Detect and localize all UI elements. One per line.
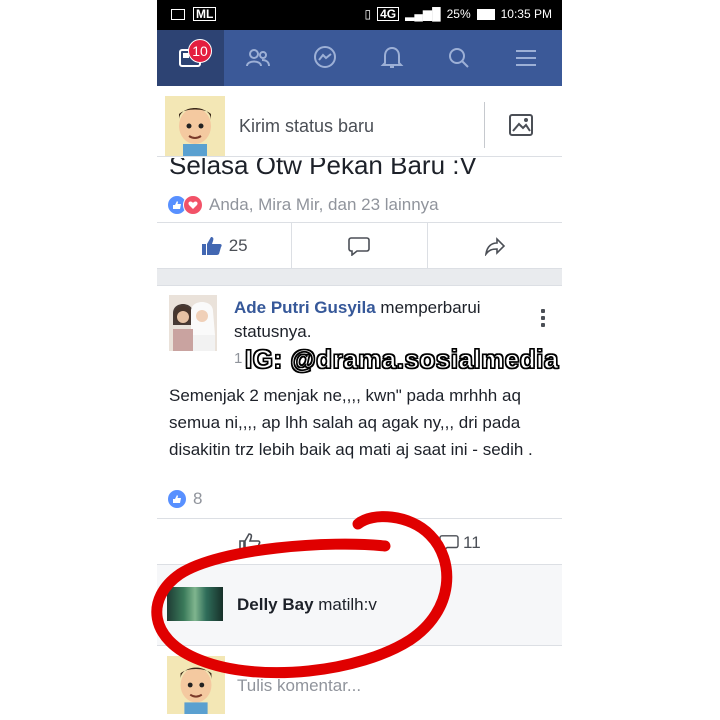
post1-reactions-summary[interactable]: Anda, Mira Mir, dan 23 lainnya bbox=[167, 195, 439, 215]
post2-like-count: 8 bbox=[193, 489, 203, 508]
status-bar: ML ▯ 4G ▂▄▆█ 25% 10:35 PM bbox=[157, 0, 562, 30]
commenter-avatar[interactable] bbox=[167, 587, 223, 621]
post2-reactions-summary[interactable]: 8 bbox=[167, 489, 202, 509]
battery-percent: 25% bbox=[446, 7, 471, 21]
carrier-badge: ML bbox=[193, 7, 217, 21]
post1-reactions-text: Anda, Mira Mir, dan 23 lainnya bbox=[209, 195, 439, 214]
share-icon bbox=[484, 237, 505, 256]
write-comment-row[interactable]: Tulis komentar... bbox=[157, 646, 562, 720]
vibrate-icon: ▯ bbox=[364, 7, 372, 21]
comment-icon bbox=[348, 237, 371, 256]
search-icon bbox=[448, 48, 469, 68]
top-nav: 10 bbox=[157, 30, 562, 86]
nav-menu[interactable] bbox=[492, 30, 559, 86]
composer-prompt[interactable]: Kirim status baru bbox=[239, 116, 374, 137]
post2-comment-button[interactable]: 11 bbox=[439, 533, 481, 553]
nav-search[interactable] bbox=[425, 30, 492, 86]
gallery-notification-icon bbox=[171, 8, 185, 20]
nav-news-feed[interactable]: 10 bbox=[157, 30, 224, 86]
messenger-icon bbox=[313, 46, 336, 68]
like-filled-icon bbox=[201, 237, 222, 255]
post2-author-name[interactable]: Ade Putri Gusyila bbox=[234, 298, 376, 317]
post2-timestamp[interactable]: 1 bbox=[234, 350, 242, 367]
status-composer[interactable]: Kirim status baru bbox=[157, 96, 562, 157]
post1-actions: 25 bbox=[157, 222, 562, 269]
battery-icon bbox=[476, 8, 495, 20]
user-avatar bbox=[167, 656, 225, 714]
commenter-name[interactable]: Delly Bay bbox=[237, 595, 314, 614]
post1-comment-button[interactable] bbox=[292, 223, 428, 269]
comment-text: Delly Bay matilh:v bbox=[237, 595, 377, 615]
signal-icon: ▂▄▆█ bbox=[405, 7, 441, 21]
post2-actions: 11 bbox=[157, 518, 562, 565]
post2-header: Ade Putri Gusyila memperbarui statusnya. bbox=[234, 296, 524, 344]
nav-messenger[interactable] bbox=[291, 30, 358, 86]
post1-like-button[interactable]: 25 bbox=[157, 223, 293, 269]
love-reaction-icon bbox=[183, 195, 203, 215]
network-type: 4G bbox=[377, 7, 400, 21]
nav-friends[interactable] bbox=[224, 30, 291, 86]
comment-icon bbox=[439, 535, 459, 552]
comment-input[interactable]: Tulis komentar... bbox=[237, 676, 361, 696]
photo-upload-icon[interactable] bbox=[507, 110, 537, 140]
clock: 10:35 PM bbox=[500, 7, 552, 21]
notification-badge: 10 bbox=[188, 39, 212, 63]
post2-body: Semenjak 2 menjak ne,,,, kwn" pada mrhhh… bbox=[169, 386, 533, 459]
nav-notifications[interactable] bbox=[358, 30, 425, 86]
post-options-icon[interactable] bbox=[541, 309, 545, 327]
comment-body: matilh:v bbox=[313, 595, 377, 614]
post1-share-button[interactable] bbox=[428, 223, 562, 269]
like-reaction-icon bbox=[167, 489, 187, 509]
menu-icon bbox=[515, 50, 536, 66]
composer-divider bbox=[484, 102, 485, 148]
comment-item[interactable]: Delly Bay matilh:v bbox=[157, 564, 562, 646]
feed-separator bbox=[157, 268, 562, 286]
watermark-text: IG: @drama.sosialmedia bbox=[244, 343, 559, 374]
post2-comment-count: 11 bbox=[463, 533, 481, 552]
like-outline-icon bbox=[239, 533, 261, 553]
friends-icon bbox=[245, 49, 270, 67]
post2-author-avatar[interactable] bbox=[169, 295, 217, 351]
user-avatar bbox=[165, 96, 225, 156]
post2-like-button[interactable] bbox=[239, 533, 261, 558]
post1-like-count: 25 bbox=[228, 236, 248, 255]
bell-icon bbox=[380, 46, 403, 68]
